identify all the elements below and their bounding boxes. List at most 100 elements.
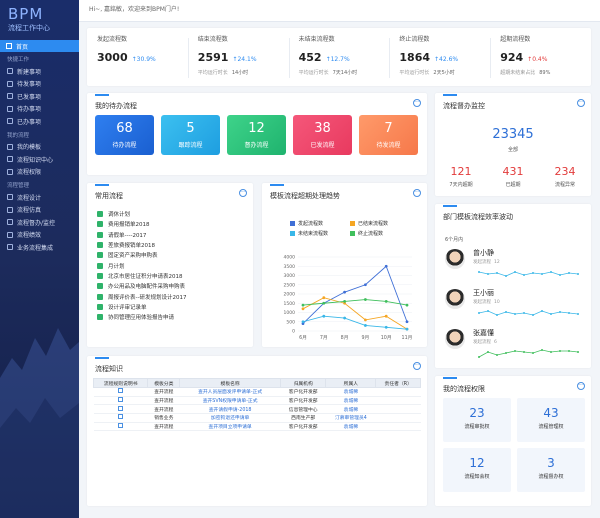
table-cell[interactable]: [93, 396, 148, 406]
stat-card[interactable]: 超期流程数 924 ↑0.4% 超期未结束占比 89%: [490, 28, 591, 86]
avatar[interactable]: [445, 329, 465, 349]
data-point[interactable]: [301, 320, 305, 324]
data-point[interactable]: [364, 283, 367, 287]
permission-card[interactable]: 43 流程管理权: [517, 398, 585, 442]
table-row[interactable]: 查开流程 查开人员层面发评申请单-正式 客户化开发部 袁城稀: [93, 387, 421, 397]
table-cell[interactable]: 袁城稀: [325, 422, 376, 432]
sidebar-item[interactable]: 待发事项: [0, 78, 79, 91]
table-cell[interactable]: 袁城稀: [325, 387, 376, 397]
monitor-value[interactable]: 431: [487, 165, 539, 178]
data-point[interactable]: [384, 300, 388, 303]
table-cell[interactable]: 查开请假申请-2018: [179, 404, 281, 415]
stat-card[interactable]: 发起流程数 3000 ↑30.9%: [87, 28, 188, 86]
table-cell[interactable]: [93, 413, 148, 423]
stat-card[interactable]: 结束流程数 2591 ↑24.1% 平均运行时长 14小时: [188, 28, 289, 86]
list-item[interactable]: 请假单----2017: [97, 230, 186, 240]
table-row[interactable]: 查开流程 查开SVN权限申请单-正式 客户化开发部 袁城稀: [93, 396, 421, 406]
more-icon[interactable]: ···: [577, 382, 585, 390]
avatar[interactable]: [445, 289, 465, 309]
document-icon: [118, 423, 124, 429]
data-point[interactable]: [322, 296, 326, 300]
data-point[interactable]: [343, 300, 346, 303]
sidebar-item[interactable]: 流程权限: [0, 166, 79, 179]
list-item[interactable]: 固定资产采购申购表: [97, 250, 186, 260]
sidebar-item-home[interactable]: 首页: [0, 40, 79, 52]
list-item[interactable]: 费用报销单2018: [97, 219, 186, 229]
data-point[interactable]: [343, 290, 346, 294]
more-icon[interactable]: ···: [577, 99, 585, 107]
data-point[interactable]: [322, 301, 326, 305]
data-point[interactable]: [301, 307, 305, 311]
list-item[interactable]: 月计划: [97, 260, 186, 270]
sidebar-item[interactable]: 业务流程集成: [0, 241, 79, 254]
sidebar-item[interactable]: 流程绩效: [0, 229, 79, 242]
table-cell[interactable]: [93, 404, 148, 415]
logo[interactable]: BPM 流程工作中心: [0, 0, 79, 38]
document-icon: [118, 405, 124, 411]
more-icon[interactable]: ···: [413, 362, 421, 370]
data-point[interactable]: [301, 303, 305, 307]
stat-value: 1864: [399, 51, 431, 64]
table-row[interactable]: 销售业务 加密狗退还申请单 西南生产部 汀慕审管理员4: [93, 413, 421, 423]
list-item[interactable]: 周报评价表--研发规划设计2017: [97, 291, 186, 301]
permission-card[interactable]: 12 流程知会权: [443, 448, 511, 492]
sidebar-item[interactable]: 流程设计: [0, 191, 79, 204]
monitor-value[interactable]: 121: [435, 165, 487, 178]
list-item[interactable]: 调休计划: [97, 209, 186, 219]
list-item[interactable]: 协同管理应用体验报告申请: [97, 312, 186, 322]
permission-card[interactable]: 3 流程督办权: [517, 448, 585, 492]
data-point[interactable]: [405, 320, 409, 324]
todo-tile[interactable]: 38 已发流程: [293, 115, 352, 155]
data-point[interactable]: [364, 298, 367, 301]
list-item[interactable]: 办公用品及电脑配件采购申购表: [97, 281, 186, 291]
sidebar-item[interactable]: 流程督办/监控: [0, 216, 79, 229]
data-point[interactable]: [364, 324, 367, 327]
more-icon[interactable]: ···: [239, 189, 247, 197]
stat-card[interactable]: 终止流程数 1864 ↑42.6% 平均运行时长 2天5小时: [389, 28, 490, 86]
todo-tile[interactable]: 12 督办流程: [227, 115, 286, 155]
data-point[interactable]: [384, 314, 388, 318]
avatar[interactable]: [445, 249, 465, 269]
stat-card[interactable]: 未结束流程数 452 ↑12.7% 平均运行时长 7天14小时: [289, 28, 390, 86]
table-cell[interactable]: [93, 387, 148, 397]
sidebar-item[interactable]: 流程知识中心: [0, 153, 79, 166]
more-icon[interactable]: ···: [413, 99, 421, 107]
sidebar-item[interactable]: 我的模板: [0, 141, 79, 154]
data-point[interactable]: [384, 325, 388, 329]
sidebar-item[interactable]: 新建事项: [0, 65, 79, 78]
table-cell[interactable]: [93, 422, 148, 432]
table-row[interactable]: 查开流程 查开项目立项申请单 客户化开发部 袁城稀: [93, 422, 421, 432]
table-cell[interactable]: 查开项目立项申请单: [179, 422, 281, 432]
stat-sub-label: 平均运行时长: [298, 70, 329, 76]
y-tick-label: 1500: [284, 301, 296, 307]
todo-tile[interactable]: 7 待发流程: [359, 115, 418, 155]
table-row[interactable]: 查开流程 查开请假申请-2018 信息管理中心 袁城稀: [93, 404, 421, 415]
data-point[interactable]: [405, 327, 409, 331]
table-cell[interactable]: 汀慕审管理员4: [325, 413, 376, 423]
table-cell[interactable]: 袁城稀: [325, 396, 376, 406]
list-item[interactable]: 北京市居住证积分申请表2018: [97, 271, 186, 281]
sidebar-item[interactable]: 待办事项: [0, 103, 79, 116]
sidebar-item[interactable]: 已发事项: [0, 90, 79, 103]
sidebar-item[interactable]: 流程仿真: [0, 204, 79, 217]
data-point[interactable]: [405, 303, 409, 307]
monitor-total[interactable]: 23345: [435, 127, 591, 142]
table-cell[interactable]: 加密狗退还申请单: [179, 413, 281, 423]
list-item[interactable]: 差旅费报销单2018: [97, 240, 186, 250]
data-point[interactable]: [322, 314, 326, 318]
data-point[interactable]: [384, 264, 388, 268]
person-stat: 发起流程 12: [473, 259, 500, 265]
greeting-text: Hi~, 嘉銘敏，欢迎来到BPM门户!: [89, 6, 180, 13]
list-item[interactable]: 设计评审记录单: [97, 302, 186, 312]
menu-icon: [7, 168, 13, 175]
permission-card[interactable]: 23 流程审批权: [443, 398, 511, 442]
todo-tile[interactable]: 5 跟踪流程: [161, 115, 220, 155]
table-cell[interactable]: 袁城稀: [325, 404, 376, 415]
data-point[interactable]: [343, 316, 346, 320]
todo-tile[interactable]: 68 待办流程: [95, 115, 154, 155]
data-point[interactable]: [364, 318, 367, 322]
table-cell[interactable]: 查开人员层面发评申请单-正式: [179, 387, 281, 397]
monitor-value[interactable]: 234: [539, 165, 591, 178]
sidebar-item[interactable]: 已办事项: [0, 115, 79, 128]
table-cell[interactable]: 查开SVN权限申请单-正式: [179, 396, 281, 406]
